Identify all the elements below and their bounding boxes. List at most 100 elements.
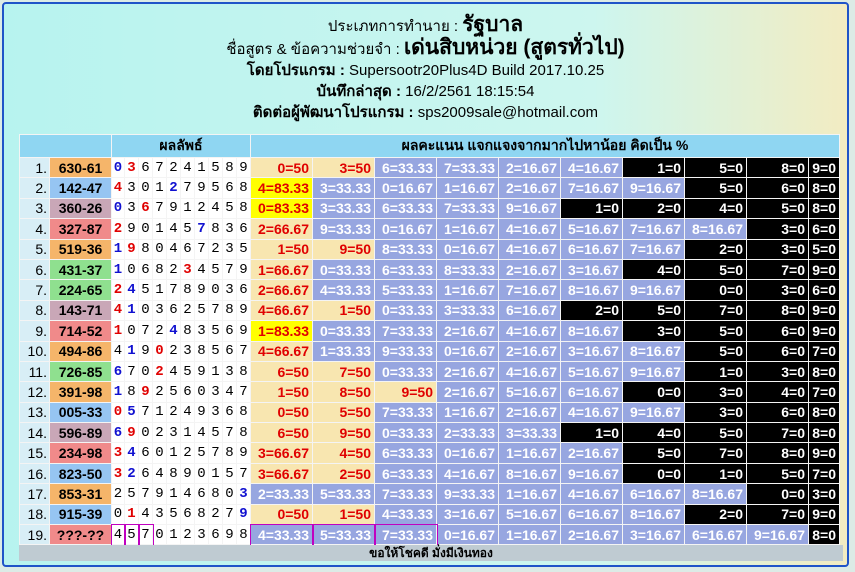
- digit-cell: 9: [236, 442, 251, 464]
- score-cell: 9=16.67: [498, 197, 561, 220]
- score-cell: 2=16.67: [436, 381, 499, 403]
- score-cell: 6=0: [746, 177, 809, 199]
- digit-cell: 3: [111, 462, 125, 485]
- digit-cell: 1: [166, 442, 181, 464]
- score-cell: 9=0: [808, 442, 840, 464]
- result-code: 853-31: [49, 483, 112, 505]
- score-cell: 6=50: [250, 360, 313, 383]
- result-code: 714-52: [49, 320, 112, 342]
- score-cell: 5=0: [684, 320, 747, 342]
- table-row: 3. 360-26 0 3 6 7 9 1 2 4 5 8 0=83.33 3=33.33 6=33.33 7…: [19, 197, 840, 220]
- score-cell: 5=0: [746, 197, 809, 220]
- contact-line: ติดต่อผู้พัฒนาโปรแกรม : sps2009sale@hotm…: [252, 104, 599, 121]
- row-number: 8.: [19, 299, 50, 322]
- score-cell: 4=0: [622, 422, 685, 444]
- result-code: 142-47: [49, 177, 112, 199]
- digit-cell: 7: [236, 462, 251, 485]
- score-cell: 1=16.67: [436, 401, 499, 424]
- score-cell: 3=0: [746, 360, 809, 383]
- score-cell: 5=0: [684, 422, 747, 444]
- digit-cell: 0: [111, 401, 125, 424]
- digit-cell: 4: [166, 238, 181, 260]
- row-number: 10.: [19, 340, 50, 362]
- score-cell: 7=0: [808, 462, 840, 485]
- digit-cell: 4: [194, 258, 209, 281]
- score-cell: 4=66.67: [250, 340, 313, 362]
- digit-cell: 6: [208, 524, 223, 546]
- score-cell: 6=33.33: [374, 462, 437, 485]
- score-cell: 8=0: [808, 197, 840, 220]
- digit-cell: 6: [236, 218, 251, 240]
- digit-cell: 0: [138, 299, 153, 322]
- digit-cell: 0: [222, 483, 237, 505]
- digit-cell: 3: [124, 156, 139, 179]
- digit-cell: 3: [236, 483, 251, 505]
- score-cell: 3=16.67: [560, 258, 623, 281]
- digit-cell: 7: [222, 503, 237, 526]
- score-cell: 0=0: [622, 381, 685, 403]
- result-code: 915-39: [49, 503, 112, 526]
- score-cell: 9=0: [808, 503, 840, 526]
- digit-cell: 7: [208, 299, 223, 322]
- score-cell: 9=16.67: [622, 401, 685, 424]
- digit-cell: 7: [236, 381, 251, 403]
- digit-cell: 3: [194, 320, 209, 342]
- result-code: 823-50: [49, 462, 112, 485]
- score-cell: 8=16.67: [560, 320, 623, 342]
- score-cell: 6=16.67: [560, 238, 623, 260]
- result-code: 224-65: [49, 279, 112, 301]
- digit-cell: 9: [180, 462, 195, 485]
- score-cell: 1=16.67: [436, 177, 499, 199]
- digit-cell: 1: [208, 360, 223, 383]
- digit-cell: 0: [124, 320, 139, 342]
- score-cell: 7=0: [746, 258, 809, 281]
- digit-cell: 5: [208, 258, 223, 281]
- digit-cell: 4: [166, 218, 181, 240]
- score-cell: 2=16.67: [498, 258, 561, 281]
- digit-cell: 3: [124, 197, 139, 220]
- digit-cell: 6: [194, 483, 209, 505]
- score-cell: 4=0: [684, 197, 747, 220]
- score-cell: 7=33.33: [374, 320, 437, 342]
- digit-cell: 6: [138, 462, 153, 485]
- result-code: 143-71: [49, 299, 112, 322]
- digit-cell: 2: [166, 340, 181, 362]
- contact-email: sps2009sale@hotmail.com: [417, 104, 599, 121]
- digit-cell: 5: [124, 401, 139, 424]
- digit-cell: 5: [208, 177, 223, 199]
- result-code: 630-61: [49, 156, 112, 179]
- score-cell: 2=16.67: [498, 401, 561, 424]
- score-cell: 7=16.67: [622, 218, 685, 240]
- score-cell: 1=0: [622, 156, 685, 179]
- score-cell: 0=33.33: [374, 422, 437, 444]
- digit-cell: 0: [194, 462, 209, 485]
- score-cell: 8=0: [808, 360, 840, 383]
- digit-cell: 2: [208, 503, 223, 526]
- digit-cell: 6: [180, 503, 195, 526]
- table-row: 4. 327-87 2 9 0 1 4 5 7 8 3 6 2=66.67 9=33.33 0=16.67 1…: [19, 218, 840, 240]
- digit-cell: 1: [124, 503, 139, 526]
- digit-cell: 5: [222, 197, 237, 220]
- score-cell: 5=16.67: [498, 381, 561, 403]
- row-number: 12.: [19, 381, 50, 403]
- score-cell: 0=16.67: [436, 340, 499, 362]
- digit-cell: 7: [180, 177, 195, 199]
- table-row: 6. 431-37 1 0 6 8 2 3 4 5 7 9 1=66.67 0=33.33 6=33.33 8…: [19, 258, 840, 281]
- digit-cell: 0: [138, 422, 153, 444]
- digit-cell: 9: [236, 320, 251, 342]
- row-number: 15.: [19, 442, 50, 464]
- digit-cell: 0: [208, 279, 223, 301]
- digit-cell: 0: [152, 238, 167, 260]
- score-cell: 7=0: [684, 299, 747, 322]
- table-row: 11. 726-85 6 7 0 2 4 5 9 1 3 8 6=50 7=50 0=33.33 2=16.6…: [19, 360, 840, 383]
- digit-cell: 7: [152, 156, 167, 179]
- digit-cell: 8: [236, 197, 251, 220]
- score-cell: 2=33.33: [436, 422, 499, 444]
- score-cell: 8=33.33: [436, 258, 499, 281]
- score-cell: 0=33.33: [312, 320, 375, 342]
- digit-cell: 2: [166, 177, 181, 199]
- score-cell: 7=50: [312, 360, 375, 383]
- digit-cell: 9: [194, 360, 209, 383]
- table-row: 19. ???-?? 4 5 7 0 1 2 3 6 9 8 4=33.33 5=33.33 7=33.33…: [19, 523, 840, 546]
- digit-cell: 7: [208, 442, 223, 464]
